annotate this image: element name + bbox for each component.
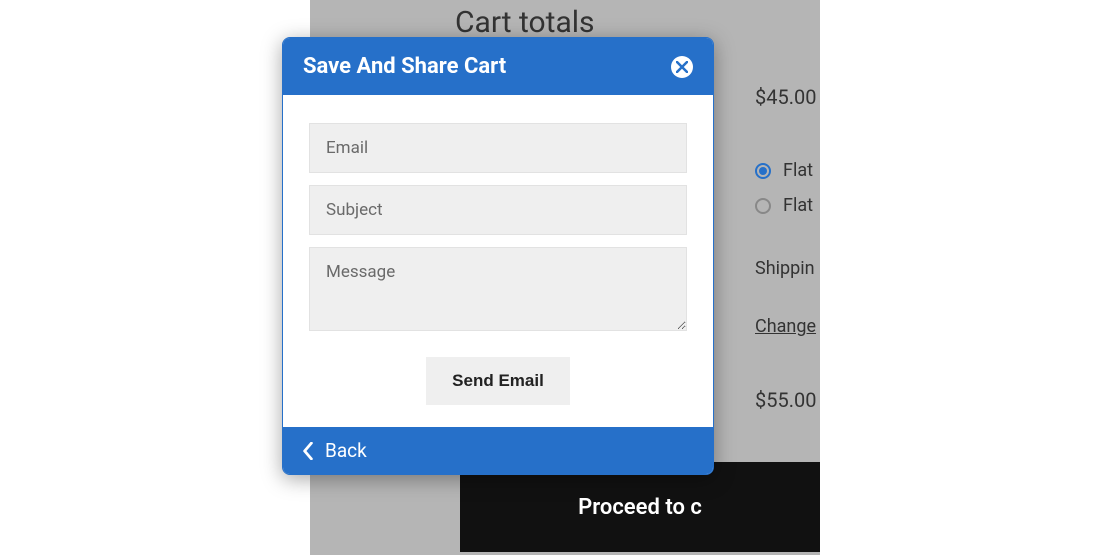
shipping-option-label: Flat bbox=[783, 195, 813, 216]
shipping-options: Flat Flat bbox=[755, 160, 813, 230]
shipping-text: Shippin bbox=[755, 258, 815, 279]
subject-field[interactable] bbox=[309, 185, 687, 235]
shipping-option-1[interactable]: Flat bbox=[755, 160, 813, 181]
radio-unchecked-icon bbox=[755, 198, 771, 214]
chevron-left-icon bbox=[301, 442, 315, 460]
send-email-button[interactable]: Send Email bbox=[426, 357, 570, 405]
close-icon[interactable] bbox=[671, 56, 693, 78]
cart-totals-heading: Cart totals bbox=[455, 5, 595, 40]
back-button[interactable]: Back bbox=[283, 427, 713, 474]
shipping-option-label: Flat bbox=[783, 160, 813, 181]
subtotal-value: $45.00 bbox=[755, 85, 816, 109]
modal-title: Save And Share Cart bbox=[303, 54, 506, 79]
proceed-checkout-button[interactable]: Proceed to c bbox=[460, 462, 820, 552]
modal-header: Save And Share Cart bbox=[283, 38, 713, 95]
shipping-option-2[interactable]: Flat bbox=[755, 195, 813, 216]
back-label: Back bbox=[325, 439, 367, 462]
message-field[interactable] bbox=[309, 247, 687, 331]
change-address-link[interactable]: Change bbox=[755, 316, 816, 337]
modal-body: Send Email bbox=[283, 95, 713, 427]
send-row: Send Email bbox=[309, 357, 687, 405]
checkout-label: Proceed to c bbox=[578, 495, 702, 520]
email-field[interactable] bbox=[309, 123, 687, 173]
radio-checked-icon bbox=[755, 163, 771, 179]
share-cart-modal: Save And Share Cart Send Email Back bbox=[282, 37, 714, 475]
total-value: $55.00 bbox=[755, 388, 816, 412]
